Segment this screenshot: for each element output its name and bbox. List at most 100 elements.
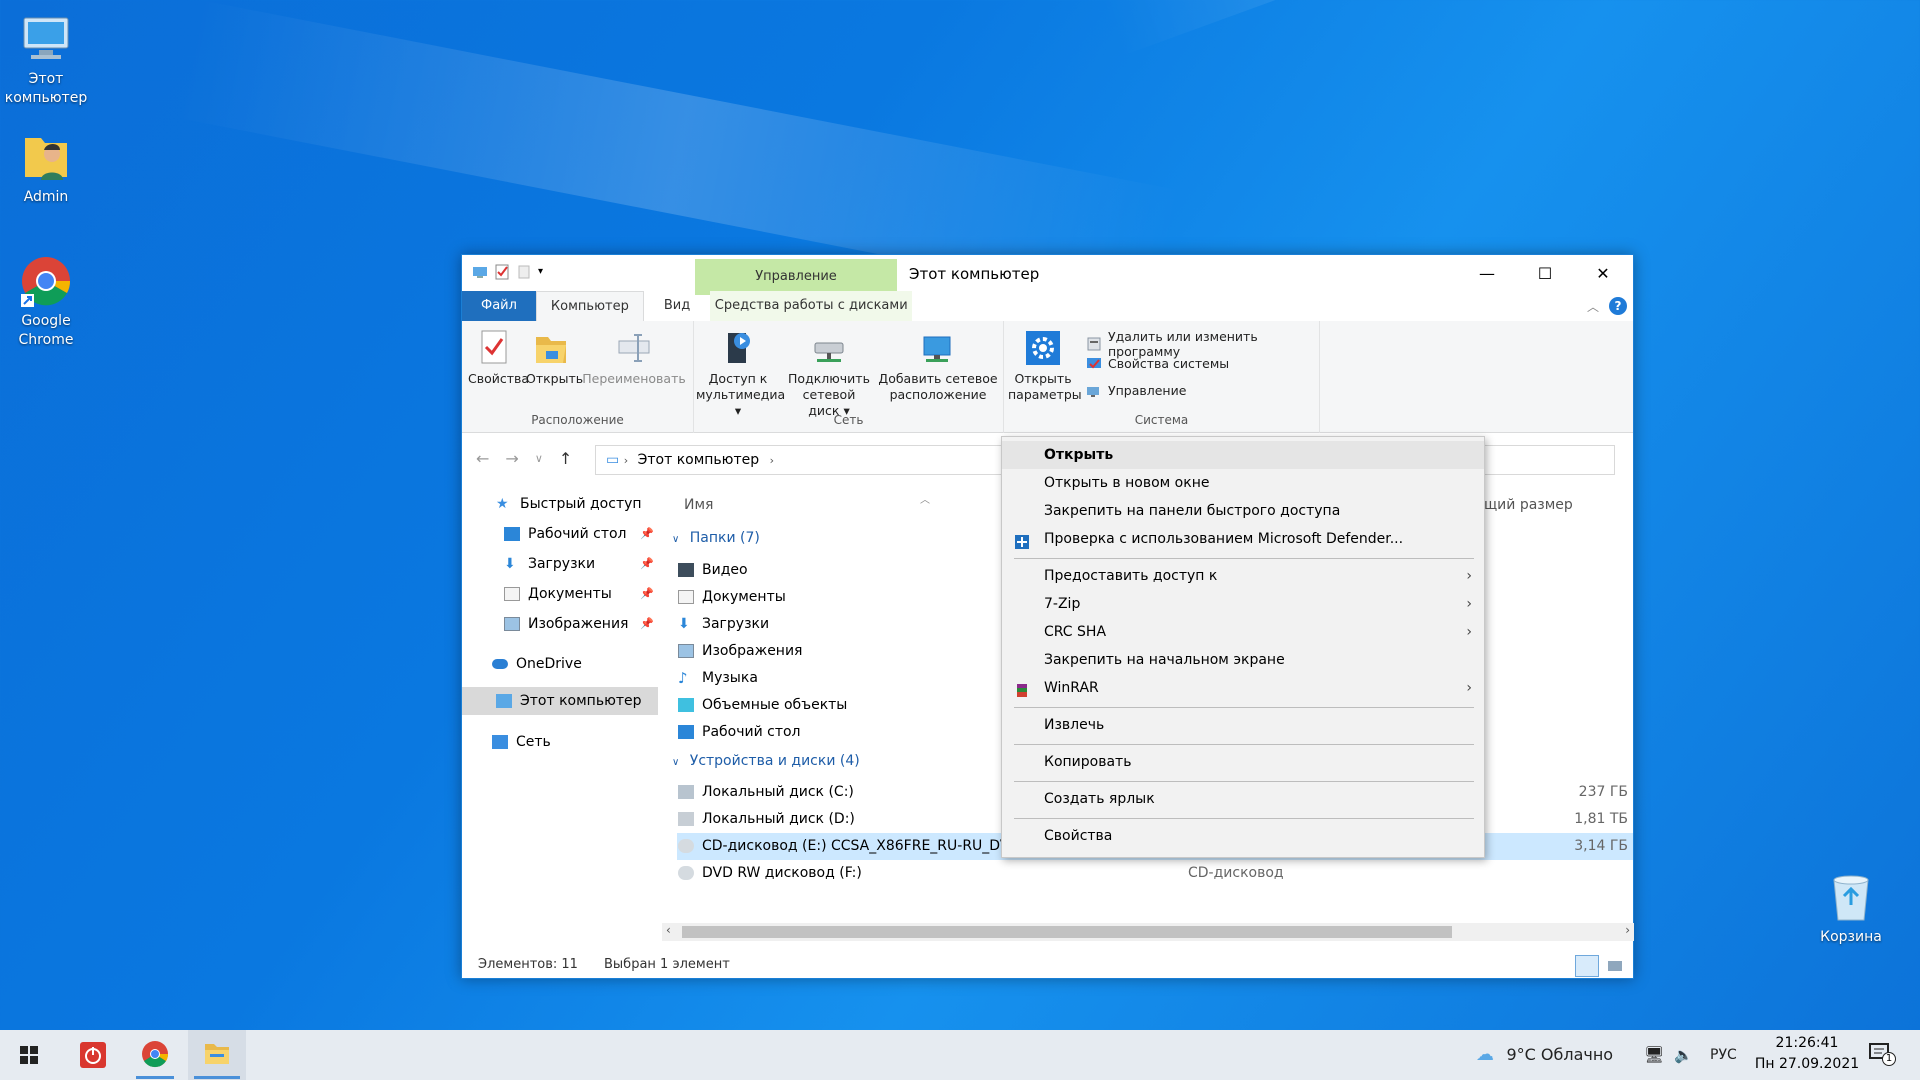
table-row[interactable]: DVD RW дисковод (F:)	[678, 860, 862, 886]
rename-button[interactable]: Переименовать	[582, 329, 686, 387]
system-properties-button[interactable]: Свойства системы	[1086, 356, 1229, 371]
menu-item-eject[interactable]: Извлечь	[1002, 711, 1484, 739]
nav-item-this-pc[interactable]: Этот компьютер	[496, 688, 642, 714]
pin-icon[interactable]: 📌	[640, 611, 654, 637]
menu-item-winrar[interactable]: WinRAR ›	[1002, 674, 1484, 702]
start-button[interactable]	[0, 1030, 58, 1080]
menu-item-pin-quick-access[interactable]: Закрепить на панели быстрого доступа	[1002, 497, 1484, 525]
nav-item-onedrive[interactable]: OneDrive	[492, 651, 582, 677]
table-row[interactable]: CD-дисковод (E:) CCSA_X86FRE_RU-RU_DV5	[678, 833, 1018, 859]
download-icon: ⬇	[678, 616, 690, 632]
breadcrumb-chevron-icon[interactable]: ›	[770, 454, 774, 467]
list-item[interactable]: ♪ Музыка	[678, 665, 758, 691]
recent-dropdown-icon[interactable]: ∨	[535, 449, 543, 469]
list-item[interactable]: Видео	[678, 557, 748, 583]
tab-file[interactable]: Файл	[462, 291, 536, 321]
minimize-button[interactable]: —	[1458, 255, 1516, 293]
pictures-icon	[678, 644, 694, 658]
tab-computer[interactable]: Компьютер	[535, 291, 644, 321]
media-access-button[interactable]: Доступ к мультимедиа ▾	[696, 329, 785, 419]
close-button[interactable]: ✕	[1574, 255, 1632, 293]
up-icon[interactable]: ↑	[559, 449, 572, 469]
download-icon: ⬇	[504, 556, 516, 572]
taskbar-app-chrome[interactable]	[126, 1030, 184, 1080]
scroll-left-icon[interactable]: ‹	[666, 923, 671, 937]
details-view-icon[interactable]	[1575, 955, 1599, 977]
list-item[interactable]: Объемные объекты	[678, 692, 847, 718]
table-row[interactable]: Локальный диск (C:)	[678, 779, 854, 805]
horizontal-scrollbar[interactable]: ‹ ›	[662, 923, 1634, 941]
list-item[interactable]: Изображения	[678, 638, 802, 664]
desktop-icon-this-pc[interactable]: Этот компьютер	[0, 12, 92, 108]
column-header-size[interactable]: щий размер	[1484, 497, 1573, 513]
nav-item-pictures[interactable]: Изображения 📌	[504, 611, 654, 637]
list-item[interactable]: ⬇ Загрузки	[678, 611, 769, 637]
menu-item-open[interactable]: Открыть	[1002, 441, 1484, 469]
documents-icon	[678, 590, 694, 604]
desktop-icon-recycle-bin[interactable]: Корзина	[1805, 870, 1897, 947]
nav-item-quick-access[interactable]: ★ Быстрый доступ	[496, 491, 642, 517]
menu-item-defender-scan[interactable]: Проверка с использованием Microsoft Defe…	[1002, 525, 1484, 553]
language-indicator[interactable]: РУС	[1710, 1030, 1737, 1080]
table-row[interactable]: Локальный диск (D:)	[678, 806, 855, 832]
tab-view[interactable]: Вид	[644, 291, 710, 321]
qat-dropdown-icon[interactable]: ▾	[538, 264, 548, 280]
properties-button[interactable]: Свойства	[468, 329, 529, 387]
back-icon[interactable]: ←	[476, 449, 489, 469]
group-folders[interactable]: ∨ Папки (7)	[672, 530, 760, 546]
nav-item-documents[interactable]: Документы 📌	[504, 581, 654, 607]
taskbar-app-explorer[interactable]	[188, 1030, 246, 1080]
settings-gear-icon	[1025, 329, 1061, 367]
ribbon-collapse-icon[interactable]: ︿	[1587, 298, 1599, 315]
star-icon: ★	[496, 496, 509, 512]
drive-size: 237 ГБ	[1578, 784, 1628, 800]
menu-separator	[1014, 558, 1474, 559]
scroll-thumb[interactable]	[682, 926, 1452, 938]
pin-icon[interactable]: 📌	[640, 551, 654, 577]
uninstall-program-button[interactable]: Удалить или изменить программу	[1086, 329, 1319, 359]
add-network-location-button[interactable]: Добавить сетевое расположение	[878, 329, 998, 403]
manage-button[interactable]: Управление	[1086, 383, 1186, 398]
nav-item-downloads[interactable]: ⬇ Загрузки 📌	[504, 551, 654, 577]
pin-icon[interactable]: 📌	[640, 521, 654, 547]
breadcrumb[interactable]: Этот компьютер	[638, 452, 760, 468]
desktop-icon-chrome[interactable]: Google Chrome	[0, 254, 92, 350]
new-folder-qat-icon[interactable]	[516, 264, 532, 280]
scroll-right-icon[interactable]: ›	[1625, 923, 1630, 937]
volume-icon[interactable]: 🔈	[1674, 1030, 1693, 1080]
forward-icon[interactable]: →	[505, 449, 518, 469]
tab-drive-tools[interactable]: Средства работы с дисками	[710, 291, 913, 321]
menu-item-properties[interactable]: Свойства	[1002, 822, 1484, 850]
help-icon[interactable]: ?	[1609, 297, 1627, 315]
list-item[interactable]: Документы	[678, 584, 786, 610]
taskbar-app-power[interactable]	[64, 1030, 122, 1080]
open-settings-button[interactable]: Открыть параметры	[1008, 329, 1082, 403]
list-item[interactable]: Рабочий стол	[678, 719, 801, 745]
large-icons-view-icon[interactable]	[1603, 955, 1627, 977]
menu-item-copy[interactable]: Копировать	[1002, 748, 1484, 776]
network-tray-icon[interactable]: 🖥	[1644, 1030, 1664, 1080]
properties-qat-icon[interactable]	[494, 264, 510, 280]
map-network-drive-button[interactable]: Подключить сетевой диск ▾	[786, 329, 872, 419]
weather-widget[interactable]: ☁ 9°C Облачно	[1476, 1030, 1613, 1080]
menu-item-create-shortcut[interactable]: Создать ярлык	[1002, 785, 1484, 813]
manage-icon	[1086, 384, 1102, 398]
menu-item-7zip[interactable]: 7-Zip ›	[1002, 590, 1484, 618]
menu-item-pin-start[interactable]: Закрепить на начальном экране	[1002, 646, 1484, 674]
nav-item-desktop[interactable]: Рабочий стол 📌	[504, 521, 654, 547]
maximize-button[interactable]: ☐	[1516, 255, 1574, 293]
pin-icon[interactable]: 📌	[640, 581, 654, 607]
menu-separator	[1014, 818, 1474, 819]
notification-center-icon[interactable]: 1	[1868, 1040, 1896, 1066]
clock[interactable]: 21:26:41 Пн 27.09.2021	[1752, 1033, 1862, 1075]
menu-item-share[interactable]: Предоставить доступ к ›	[1002, 562, 1484, 590]
menu-item-open-new-window[interactable]: Открыть в новом окне	[1002, 469, 1484, 497]
open-button[interactable]: Открыть	[526, 329, 583, 387]
drive-size: 3,14 ГБ	[1574, 838, 1628, 854]
title-bar[interactable]: ▾ Управление Этот компьютер — ☐ ✕	[462, 255, 1633, 295]
nav-item-network[interactable]: Сеть	[492, 729, 551, 755]
menu-item-crc-sha[interactable]: CRC SHA ›	[1002, 618, 1484, 646]
group-devices[interactable]: ∨ Устройства и диски (4)	[672, 753, 860, 769]
desktop-icon-admin[interactable]: Admin	[0, 130, 92, 207]
column-header-name[interactable]: Имя	[684, 497, 713, 513]
